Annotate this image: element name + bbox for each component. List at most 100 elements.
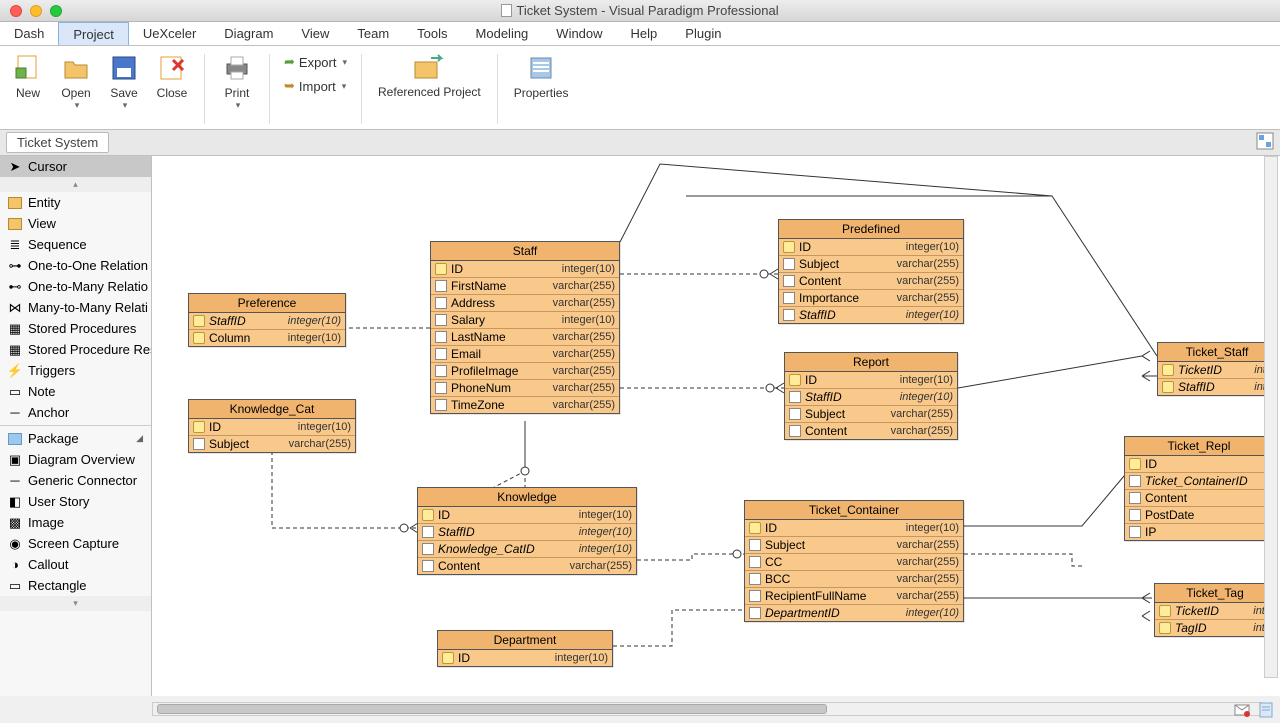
column-row[interactable]: ProfileImagevarchar(255): [431, 362, 619, 379]
column-row[interactable]: Contentvarchar(255): [779, 272, 963, 289]
column-row[interactable]: Contentvarchar(255): [785, 422, 957, 439]
column-row[interactable]: Ticket_ContainerID: [1125, 472, 1273, 489]
diagram-canvas[interactable]: PreferenceStaffIDinteger(10)Columnintege…: [152, 156, 1280, 696]
entity-predefined[interactable]: PredefinedIDinteger(10)Subjectvarchar(25…: [778, 219, 964, 324]
column-row[interactable]: Subjectvarchar(255): [785, 405, 957, 422]
palette-stored-procedures[interactable]: ▦Stored Procedures: [0, 318, 151, 339]
menu-view[interactable]: View: [287, 22, 343, 45]
entity-ticket_tag[interactable]: Ticket_TagTicketIDinteTagIDinte: [1154, 583, 1276, 637]
column-row[interactable]: Subjectvarchar(255): [745, 536, 963, 553]
column-row[interactable]: TimeZonevarchar(255): [431, 396, 619, 413]
column-row[interactable]: Salaryinteger(10): [431, 311, 619, 328]
print-button[interactable]: Print▾: [215, 50, 259, 113]
column-row[interactable]: Subjectvarchar(255): [779, 255, 963, 272]
palette-collapse-icon[interactable]: ▴: [0, 177, 151, 192]
column-row[interactable]: Knowledge_CatIDinteger(10): [418, 540, 636, 557]
menu-uexceler[interactable]: UeXceler: [129, 22, 210, 45]
column-row[interactable]: DepartmentIDinteger(10): [745, 604, 963, 621]
column-row[interactable]: Addressvarchar(255): [431, 294, 619, 311]
palette-cursor[interactable]: ➤Cursor: [0, 156, 151, 177]
column-row[interactable]: LastNamevarchar(255): [431, 328, 619, 345]
palette-generic-connector[interactable]: ─Generic Connector: [0, 470, 151, 491]
column-row[interactable]: IDinteger(10): [779, 239, 963, 255]
palette-diagram-overview[interactable]: ▣Diagram Overview: [0, 449, 151, 470]
menu-project[interactable]: Project: [58, 22, 128, 45]
mail-icon[interactable]: [1234, 702, 1250, 718]
entity-knowledge[interactable]: KnowledgeIDinteger(10)StaffIDinteger(10)…: [417, 487, 637, 575]
column-row[interactable]: PostDate: [1125, 506, 1273, 523]
column-row[interactable]: IDinteger(10): [418, 507, 636, 523]
column-row[interactable]: Importancevarchar(255): [779, 289, 963, 306]
entity-ticket_repl[interactable]: Ticket_ReplIDTicket_ContainerIDContentPo…: [1124, 436, 1274, 541]
column-row[interactable]: TicketIDinte: [1155, 603, 1275, 619]
close-button[interactable]: Close: [150, 50, 194, 102]
breadcrumb[interactable]: Ticket System: [6, 132, 109, 153]
column-row[interactable]: TicketIDinte: [1158, 362, 1276, 378]
new-button[interactable]: New: [6, 50, 50, 102]
menu-diagram[interactable]: Diagram: [210, 22, 287, 45]
column-row[interactable]: StaffIDinte: [1158, 378, 1276, 395]
palette-callout[interactable]: ◑Callout: [0, 554, 151, 575]
palette-one-to-one[interactable]: ⊶One-to-One Relation: [0, 255, 151, 276]
entity-department[interactable]: DepartmentIDinteger(10): [437, 630, 613, 667]
menu-dash[interactable]: Dash: [0, 22, 58, 45]
column-row[interactable]: Columninteger(10): [189, 329, 345, 346]
palette-entity[interactable]: Entity: [0, 192, 151, 213]
note-status-icon[interactable]: [1258, 702, 1274, 718]
column-row[interactable]: Content: [1125, 489, 1273, 506]
column-row[interactable]: IDinteger(10): [431, 261, 619, 277]
open-button[interactable]: Open▾: [54, 50, 98, 113]
column-row[interactable]: StaffIDinteger(10): [785, 388, 957, 405]
diagram-nav-icon[interactable]: [1256, 132, 1274, 153]
column-row[interactable]: StaffIDinteger(10): [418, 523, 636, 540]
menu-help[interactable]: Help: [617, 22, 672, 45]
column-row[interactable]: Emailvarchar(255): [431, 345, 619, 362]
entity-ticket_staff[interactable]: Ticket_StaffTicketIDinteStaffIDinte: [1157, 342, 1277, 396]
properties-button[interactable]: Properties: [508, 50, 575, 102]
horizontal-scrollbar[interactable]: [152, 702, 1262, 716]
entity-knowledge_cat[interactable]: Knowledge_CatIDinteger(10)Subjectvarchar…: [188, 399, 356, 453]
palette-view[interactable]: View: [0, 213, 151, 234]
menu-tools[interactable]: Tools: [403, 22, 461, 45]
column-row[interactable]: IDinteger(10): [785, 372, 957, 388]
column-row[interactable]: IDinteger(10): [745, 520, 963, 536]
column-row[interactable]: StaffIDinteger(10): [189, 313, 345, 329]
referenced-project-button[interactable]: Referenced Project: [372, 50, 487, 101]
column-row[interactable]: IDinteger(10): [438, 650, 612, 666]
menu-team[interactable]: Team: [343, 22, 403, 45]
column-row[interactable]: PhoneNumvarchar(255): [431, 379, 619, 396]
menu-modeling[interactable]: Modeling: [462, 22, 543, 45]
menu-plugin[interactable]: Plugin: [671, 22, 735, 45]
scrollbar-thumb[interactable]: [157, 704, 827, 714]
column-row[interactable]: StaffIDinteger(10): [779, 306, 963, 323]
import-button[interactable]: ➥Import▾: [280, 76, 351, 96]
palette-expand-icon[interactable]: ▾: [0, 596, 151, 611]
palette-anchor[interactable]: ─Anchor: [0, 402, 151, 423]
vertical-scrollbar[interactable]: [1264, 156, 1278, 678]
column-row[interactable]: ID: [1125, 456, 1273, 472]
save-button[interactable]: Save▾: [102, 50, 146, 113]
palette-many-to-many[interactable]: ⋈Many-to-Many Relati: [0, 297, 151, 318]
column-row[interactable]: IDinteger(10): [189, 419, 355, 435]
column-row[interactable]: CCvarchar(255): [745, 553, 963, 570]
palette-note[interactable]: ▭Note: [0, 381, 151, 402]
palette-image[interactable]: ▩Image: [0, 512, 151, 533]
palette-stored-procedure-res[interactable]: ▦Stored Procedure Res: [0, 339, 151, 360]
entity-ticket_container[interactable]: Ticket_ContainerIDinteger(10)Subjectvarc…: [744, 500, 964, 622]
palette-user-story[interactable]: ◧User Story: [0, 491, 151, 512]
palette-sequence[interactable]: ≣Sequence: [0, 234, 151, 255]
column-row[interactable]: TagIDinte: [1155, 619, 1275, 636]
entity-report[interactable]: ReportIDinteger(10)StaffIDinteger(10)Sub…: [784, 352, 958, 440]
column-row[interactable]: RecipientFullNamevarchar(255): [745, 587, 963, 604]
export-button[interactable]: ➦Export▾: [280, 52, 351, 72]
palette-rectangle[interactable]: ▭Rectangle: [0, 575, 151, 596]
column-row[interactable]: FirstNamevarchar(255): [431, 277, 619, 294]
palette-screen-capture[interactable]: ◉Screen Capture: [0, 533, 151, 554]
palette-triggers[interactable]: ⚡Triggers: [0, 360, 151, 381]
entity-preference[interactable]: PreferenceStaffIDinteger(10)Columnintege…: [188, 293, 346, 347]
column-row[interactable]: IP: [1125, 523, 1273, 540]
column-row[interactable]: Contentvarchar(255): [418, 557, 636, 574]
column-row[interactable]: Subjectvarchar(255): [189, 435, 355, 452]
palette-one-to-many[interactable]: ⊷One-to-Many Relatio: [0, 276, 151, 297]
palette-package[interactable]: Package◢: [0, 428, 151, 449]
